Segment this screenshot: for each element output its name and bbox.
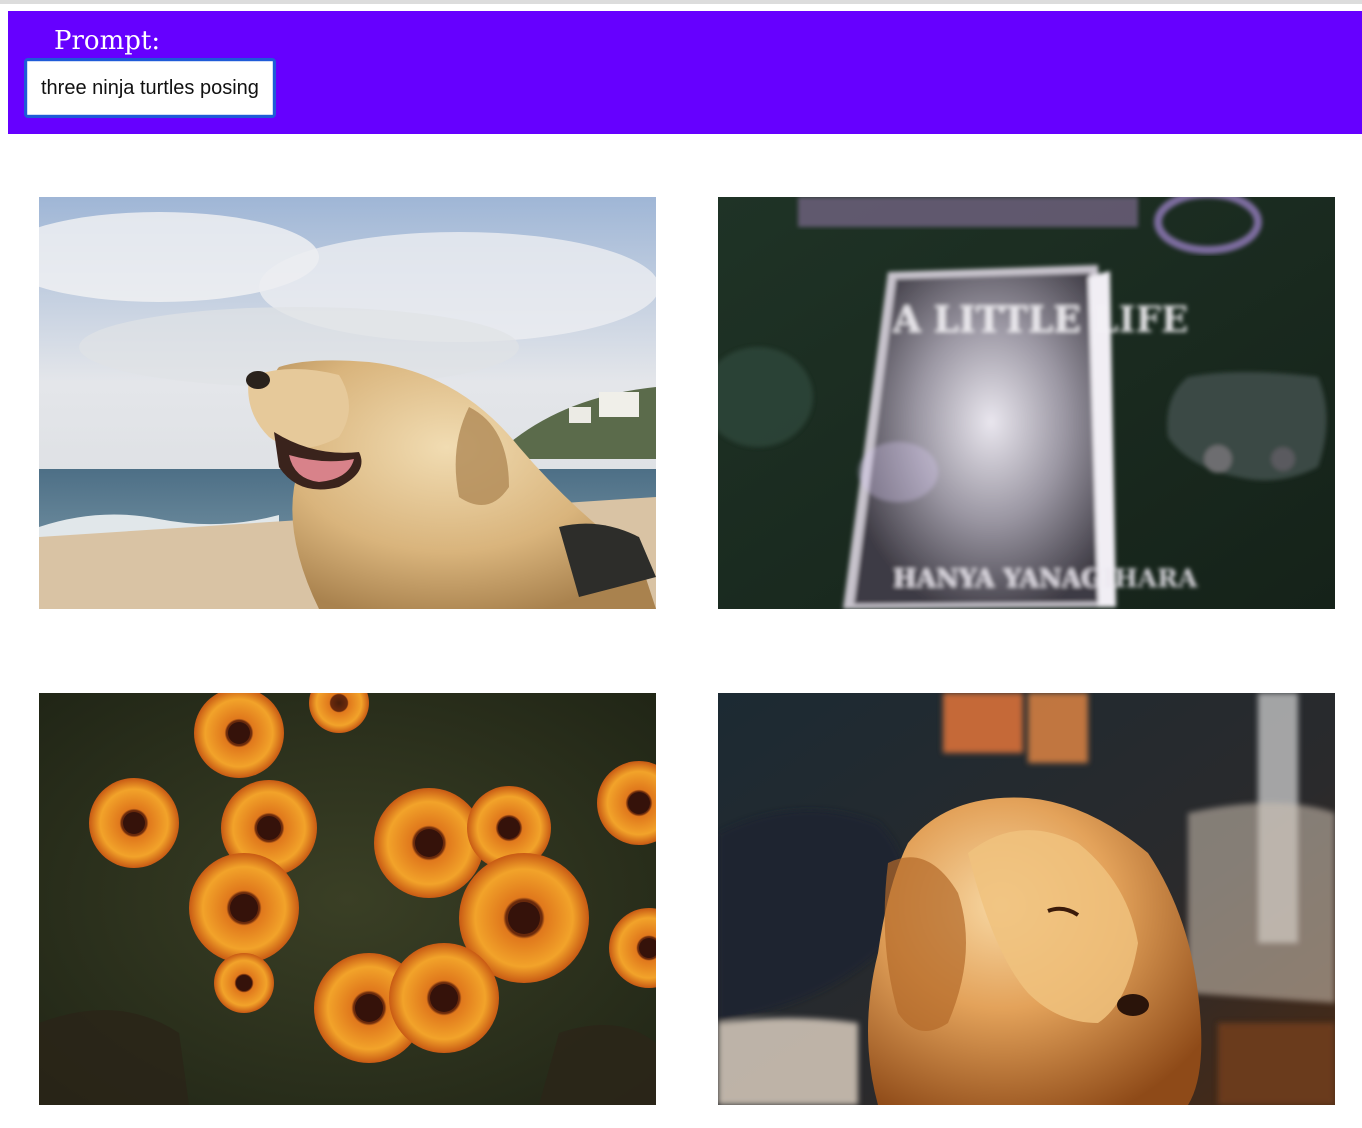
dog-on-beach-photo bbox=[39, 197, 656, 609]
gallery-image-orange-daisies bbox=[39, 693, 656, 1105]
gallery-image-golden-dog-warm-light bbox=[718, 693, 1335, 1105]
book-title-text: A LITTLE LIFE bbox=[892, 299, 1188, 341]
top-rule bbox=[0, 0, 1362, 4]
prompt-header: Prompt: bbox=[8, 11, 1362, 134]
gallery-image-dog-on-beach bbox=[39, 197, 656, 609]
prompt-label: Prompt: bbox=[54, 26, 161, 56]
blurry-book-cover-photo: A LITTLE LIFE HANYA YANAGIHARA bbox=[718, 197, 1335, 609]
book-author-text: HANYA YANAGIHARA bbox=[893, 564, 1198, 593]
orange-daisies-photo bbox=[39, 693, 656, 1105]
golden-dog-warm-light-photo bbox=[718, 693, 1335, 1105]
gallery-image-blurry-book-cover: A LITTLE LIFE HANYA YANAGIHARA bbox=[718, 197, 1335, 609]
prompt-input[interactable] bbox=[24, 58, 276, 118]
